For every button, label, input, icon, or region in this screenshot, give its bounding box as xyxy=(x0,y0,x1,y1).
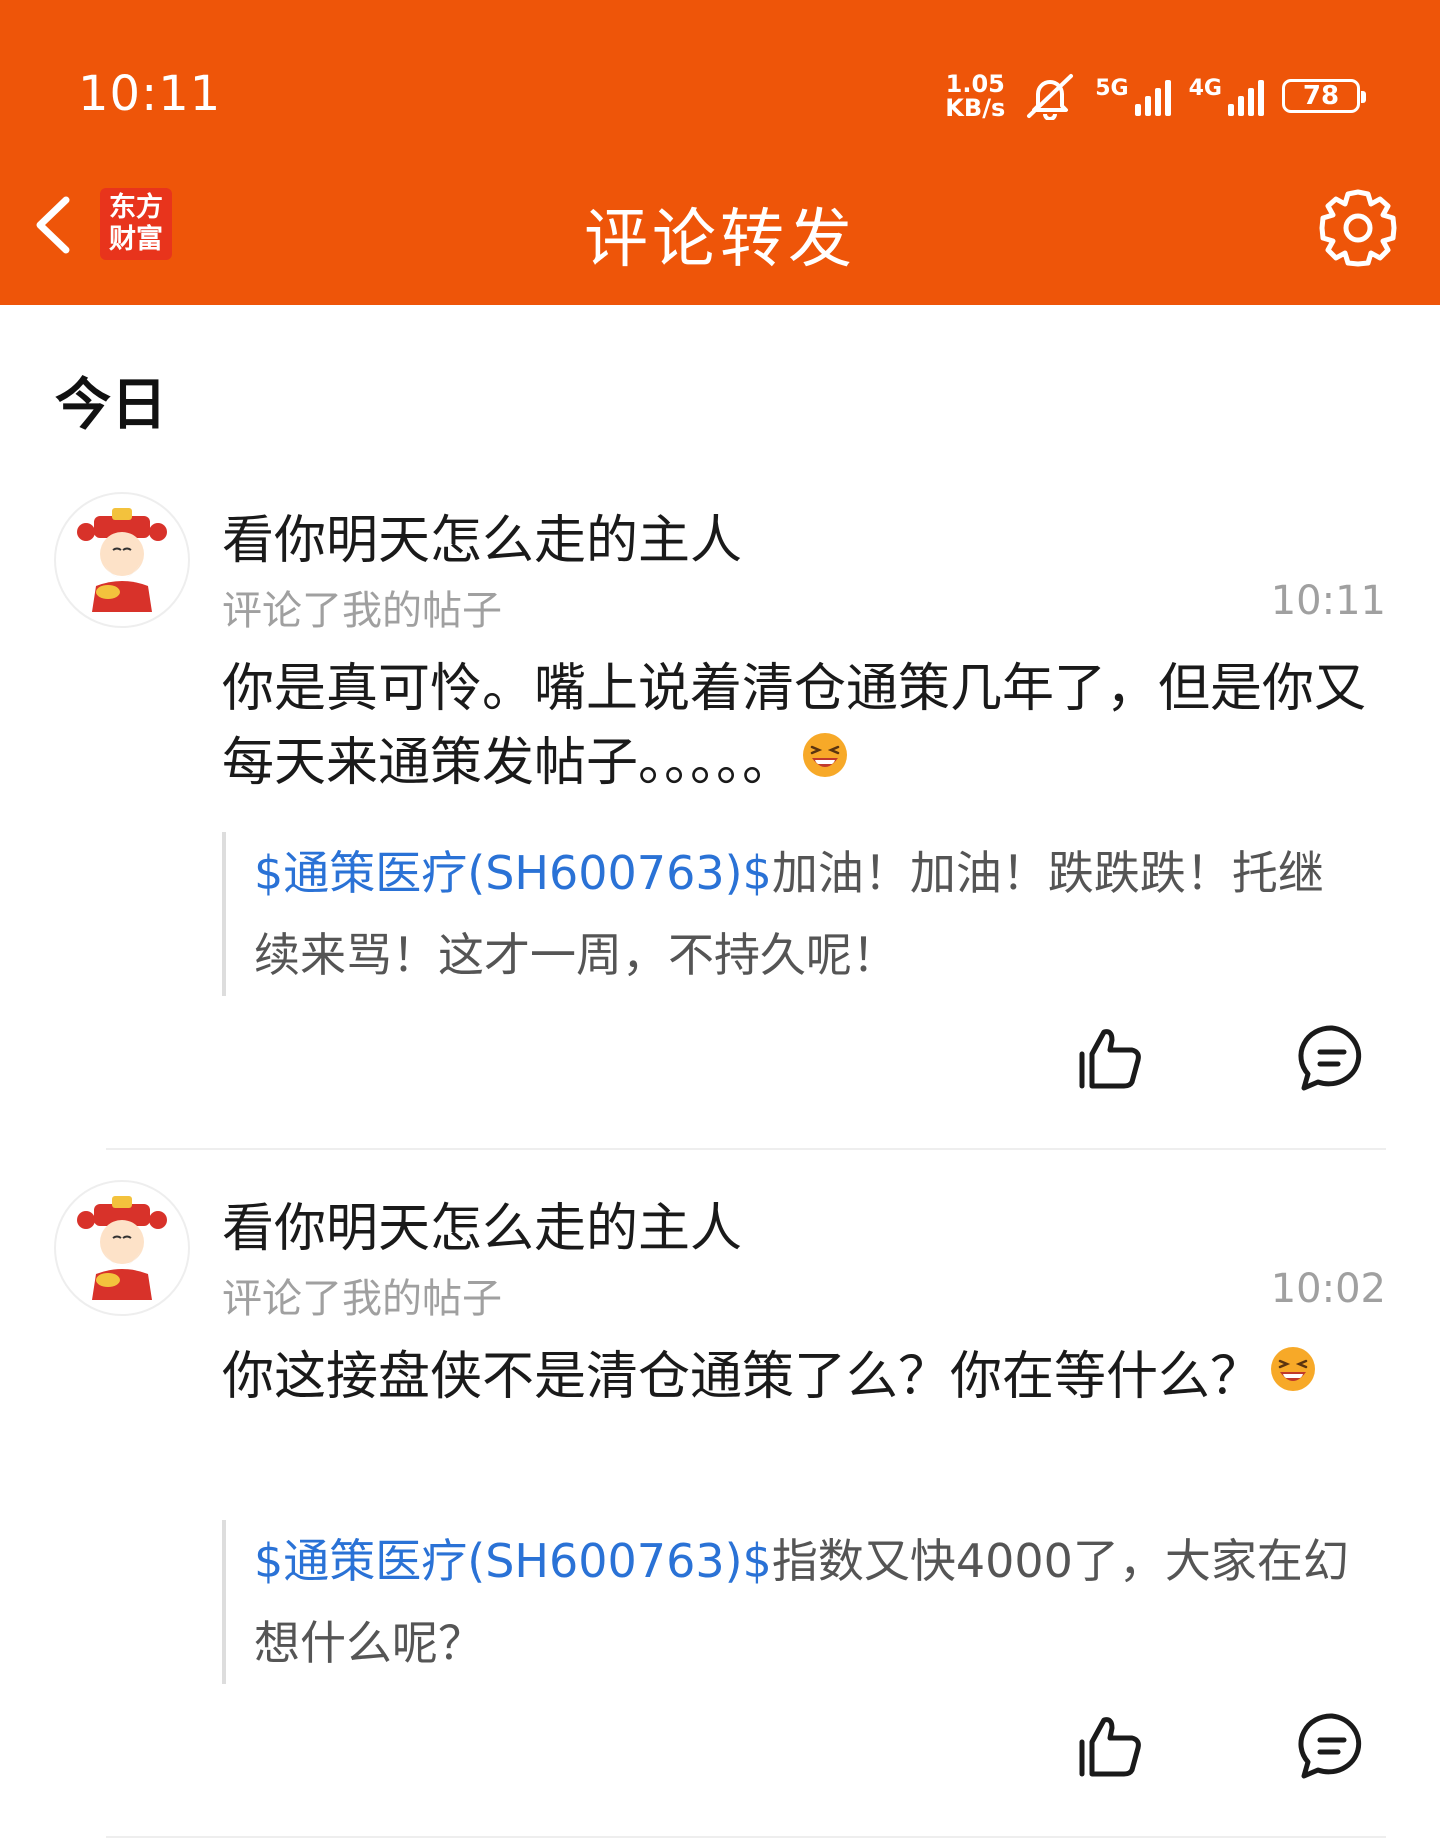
gear-icon[interactable] xyxy=(1316,186,1400,270)
signal-bars-icon xyxy=(1228,76,1264,116)
username[interactable]: 看你明天怎么走的主人 xyxy=(222,1186,742,1261)
status-time: 10:11 xyxy=(78,66,222,122)
stock-link[interactable]: $通策医疗(SH600763)$ xyxy=(254,846,772,900)
timestamp: 10:11 xyxy=(1270,578,1386,624)
avatar[interactable] xyxy=(54,492,190,628)
comment-text[interactable]: 你是真可怜。嘴上说着清仓通策几年了，但是你又每天来通策发帖子。。。。。 xyxy=(222,652,1372,800)
avatar-icon xyxy=(77,508,167,612)
signal-sim2-label: 4G xyxy=(1188,76,1222,101)
action-text: 评论了我的帖子 xyxy=(222,588,502,634)
battery-icon: 78 xyxy=(1282,79,1366,113)
battery-level: 78 xyxy=(1302,81,1340,111)
comment-body: 你是真可怜。嘴上说着清仓通策几年了，但是你又每天来通策发帖子。。。。。 xyxy=(222,659,1367,793)
laughing-emoji-icon xyxy=(803,733,848,777)
app-header: 10:11 1.05 KB/s 5G 4G 78 东方 财富 评论转发 xyxy=(0,0,1440,305)
laughing-emoji-icon xyxy=(1271,1347,1316,1391)
stock-link[interactable]: $通策医疗(SH600763)$ xyxy=(254,1534,772,1588)
comment-body: 你这接盘侠不是清仓通策了么？你在等什么？ xyxy=(222,1347,1263,1407)
page-title: 评论转发 xyxy=(584,203,856,277)
divider xyxy=(106,1148,1386,1150)
quoted-post[interactable]: $通策医疗(SH600763)$指数又快4000了，大家在幻想什么呢？ xyxy=(222,1520,1362,1684)
signal-bars-icon xyxy=(1134,76,1171,116)
comment-bubble-icon[interactable] xyxy=(1296,1022,1368,1094)
bell-off-icon xyxy=(1027,74,1074,120)
comment-bubble-icon[interactable] xyxy=(1296,1710,1368,1782)
username[interactable]: 看你明天怎么走的主人 xyxy=(222,498,742,573)
avatar[interactable] xyxy=(54,1180,190,1316)
avatar-icon xyxy=(77,1196,167,1300)
quoted-post[interactable]: $通策医疗(SH600763)$加油！加油！跌跌跌！托继续来骂！这才一周，不持久… xyxy=(222,832,1362,996)
comment-text[interactable]: 你这接盘侠不是清仓通策了么？你在等什么？ xyxy=(222,1340,1372,1414)
signal-sim1-label: 5G xyxy=(1095,76,1129,101)
action-text: 评论了我的帖子 xyxy=(222,1276,502,1322)
status-icons: 1.05 KB/s 5G 4G 78 xyxy=(945,68,1366,124)
thumbs-up-icon[interactable] xyxy=(1074,1022,1146,1094)
thumbs-up-icon[interactable] xyxy=(1074,1710,1146,1782)
signal-sim1: 5G xyxy=(1095,76,1171,116)
network-speed: 1.05 KB/s xyxy=(945,72,1005,120)
divider xyxy=(106,1836,1386,1838)
nav-bar: 东方 财富 评论转发 xyxy=(0,170,1440,280)
network-speed-unit: KB/s xyxy=(945,94,1006,122)
status-bar: 10:11 1.05 KB/s 5G 4G 78 xyxy=(0,60,1440,130)
timestamp: 10:02 xyxy=(1270,1266,1386,1312)
network-speed-value: 1.05 xyxy=(945,70,1005,98)
signal-sim2: 4G xyxy=(1189,76,1264,116)
section-heading-today: 今日 xyxy=(55,373,167,438)
